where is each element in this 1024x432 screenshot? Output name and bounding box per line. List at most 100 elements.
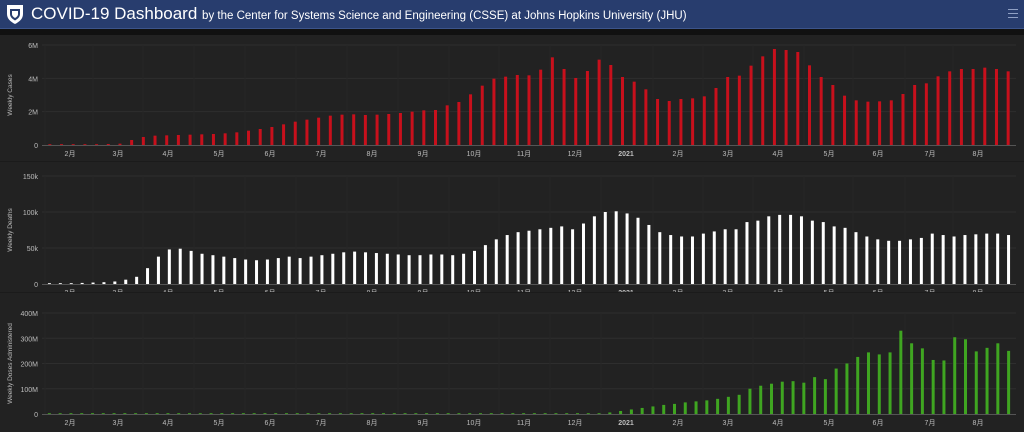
x-tick-label: 4月: [163, 150, 174, 158]
bar: [167, 249, 171, 284]
bar: [371, 413, 375, 414]
bar: [274, 413, 278, 414]
bar: [784, 50, 788, 145]
bar: [1007, 350, 1011, 414]
bar: [468, 413, 472, 414]
bar: [898, 240, 902, 284]
bar: [435, 413, 439, 414]
bar: [112, 413, 116, 414]
bar: [952, 236, 956, 284]
bar: [770, 383, 773, 414]
bar: [241, 413, 245, 414]
y-tick-label: 100k: [23, 210, 39, 217]
bar: [843, 95, 847, 145]
weekly-cases-chart: 0 2M 4M 6M 2月 3月 4月 5月 6月 7月 8月 9月 10月 11月 12月 2021 2月 3月…: [7, 43, 1016, 158]
x-tick-label: 4月: [163, 289, 174, 292]
bar: [293, 121, 297, 145]
bar: [609, 65, 613, 145]
weekly-deaths-panel: 0 50k 100k 150k 2月 3月 4月 5月 6月 7月 8月 9月 10月 11月 12月 202…: [0, 162, 1024, 292]
bar: [305, 119, 309, 145]
y-tick-label: 200M: [20, 362, 38, 369]
bar: [854, 232, 858, 284]
bar: [597, 59, 601, 145]
bar: [446, 413, 450, 414]
bar: [953, 337, 957, 414]
x-tick-label: 8月: [367, 150, 378, 158]
bar: [198, 413, 202, 414]
bar: [669, 235, 673, 284]
y-tick-label: 50k: [27, 246, 39, 253]
bar: [134, 413, 138, 414]
bar: [176, 135, 180, 145]
bar: [802, 382, 806, 414]
x-tick-label: 5月: [214, 289, 225, 292]
bar: [585, 71, 589, 145]
bar: [737, 75, 741, 145]
bar: [597, 413, 601, 414]
bar: [457, 102, 461, 145]
bar: [340, 114, 344, 145]
x-tick-label: 7月: [316, 419, 327, 427]
x-tick-label: 3月: [113, 150, 124, 158]
bar: [385, 253, 389, 284]
bar: [398, 113, 402, 145]
bar: [866, 101, 870, 145]
weekly-doses-panel: 0 100M 200M 300M 400M 2月 3月 4月 5月 6月 7月 8月 9月 10月 11月 1…: [0, 293, 1024, 432]
x-tick-label: 7月: [925, 289, 936, 292]
bar: [285, 413, 288, 414]
bar: [505, 235, 509, 284]
bar: [130, 140, 134, 145]
bar: [469, 94, 473, 145]
bar: [298, 258, 302, 284]
bar: [91, 413, 94, 414]
bar: [220, 413, 224, 414]
x-tick-label: 10月: [467, 419, 482, 427]
x-tick-label: 7月: [925, 150, 936, 158]
bar: [165, 135, 169, 145]
x-tick-label: 6月: [265, 289, 276, 292]
bar: [877, 354, 881, 414]
bar: [263, 413, 267, 414]
bar: [445, 105, 449, 145]
bar: [834, 368, 838, 414]
x-tick-label: 2月: [673, 419, 684, 427]
x-tick-label: 12月: [568, 419, 583, 427]
dashboard-subtitle: by the Center for Systems Science and En…: [202, 10, 687, 22]
x-tick-label: 8月: [367, 419, 378, 427]
x-tick-label: 8月: [973, 419, 984, 427]
bar: [679, 99, 683, 145]
bar: [761, 56, 765, 145]
x-tick-label: 9月: [418, 289, 429, 292]
bar: [959, 69, 963, 145]
x-tick-label: 8月: [367, 289, 378, 292]
bar: [913, 85, 917, 145]
bar: [683, 402, 687, 414]
x-tick-label: 8月: [973, 289, 984, 292]
x-tick-label: 11月: [517, 289, 531, 292]
bar: [887, 240, 891, 284]
x-tick-label: 7月: [316, 289, 327, 292]
bar: [1007, 235, 1011, 284]
bar: [153, 135, 157, 145]
bar: [632, 81, 636, 145]
bar: [422, 110, 426, 145]
bar: [745, 222, 749, 284]
x-tick-label: 3月: [723, 150, 734, 158]
bar: [651, 406, 655, 414]
bar: [156, 256, 160, 284]
x-tick-label: 2月: [65, 419, 76, 427]
bar: [985, 233, 989, 284]
bar: [586, 413, 590, 414]
bar: [352, 114, 356, 145]
bar: [936, 76, 940, 145]
weekly-doses-chart: 0 100M 200M 300M 400M 2月 3月 4月 5月 6月 7月 8月 9月 10月 11月 1…: [7, 311, 1016, 427]
bar: [574, 78, 578, 145]
bar: [429, 254, 433, 284]
bar: [382, 413, 385, 414]
bar: [338, 413, 342, 414]
x-tick-label: 12月: [568, 150, 583, 158]
bar: [516, 232, 520, 284]
bar: [200, 253, 204, 284]
hamburger-menu-icon[interactable]: [1008, 7, 1018, 21]
y-tick-label: 300M: [20, 336, 38, 343]
